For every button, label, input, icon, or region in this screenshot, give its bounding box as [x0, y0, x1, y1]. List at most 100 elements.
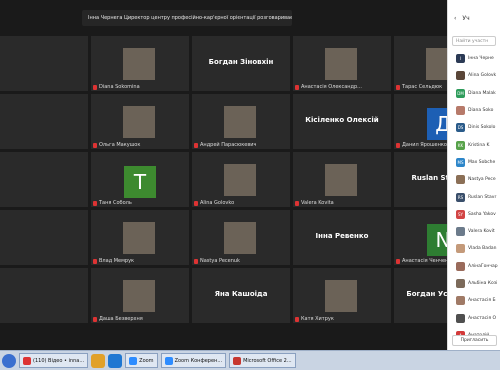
speaking-banner: Інна Чернега Циректор центру професійно-…: [82, 10, 292, 26]
participant-name: Ольга Макушок: [99, 142, 141, 148]
app-icon: [129, 356, 138, 365]
participant-video: [123, 106, 155, 138]
start-button[interactable]: [2, 353, 16, 368]
video-tile[interactable]: Катя Хитрук: [293, 268, 391, 323]
participant-list-item[interactable]: Анастасія Б: [448, 292, 500, 309]
video-tile[interactable]: Влад Мемрук: [91, 210, 189, 265]
avatar: [456, 313, 465, 323]
participant-list-name: Max Sobche: [468, 159, 496, 165]
taskbar-item[interactable]: (110) Відео • inna...: [19, 353, 89, 368]
taskbar-app-icon[interactable]: [91, 353, 106, 368]
video-tile[interactable]: [0, 268, 88, 323]
avatar: [456, 227, 465, 237]
video-tile[interactable]: Nastya Pecenuk: [192, 210, 290, 265]
video-tile[interactable]: Богдан Зіновхін: [192, 36, 290, 91]
participant-video: [224, 106, 256, 138]
video-tile[interactable]: N Анастасія Ченченко: [394, 210, 447, 265]
windows-taskbar: (110) Відео • inna... Zoom Zoom Конферен..…: [0, 350, 500, 370]
taskbar-item[interactable]: Zoom: [125, 353, 158, 368]
taskbar-item[interactable]: Zoom Конферен...: [160, 353, 227, 368]
video-tile[interactable]: Ruslan Stavratii: [394, 152, 447, 207]
avatar: I: [456, 54, 465, 64]
mic-muted-icon: [295, 200, 299, 206]
video-tile[interactable]: [0, 94, 88, 149]
video-tile[interactable]: T Таня Соболь: [91, 152, 189, 207]
participant-search-input[interactable]: Найти участн: [452, 36, 496, 46]
participant-list-item[interactable]: Альбіна Козі: [448, 275, 500, 292]
zoom-gallery-view: Інна Чернега Циректор центру професійно-…: [0, 0, 447, 350]
participant-name-tag: Влад Мемрук: [93, 258, 134, 264]
participant-video: [123, 48, 155, 80]
video-tile[interactable]: Інна Ревенко: [293, 210, 391, 265]
participant-name-tag: Valera Kovita: [295, 200, 334, 206]
mic-muted-icon: [194, 200, 198, 206]
participant-video: [325, 48, 357, 80]
participant-big-name: Кісіленко Олексій: [305, 116, 379, 124]
participant-video: [224, 222, 256, 254]
participant-list-item[interactable]: Alina Golovk: [448, 67, 500, 84]
participant-list-item[interactable]: KK Kristina K: [448, 136, 500, 153]
participant-list-name: Анастасія Б: [468, 298, 496, 304]
participant-name-tag: Андрей Парасюкевич: [194, 142, 257, 148]
avatar: RS: [456, 192, 465, 202]
video-tile[interactable]: Valera Kovita: [293, 152, 391, 207]
participant-list-item[interactable]: Nastya Pece: [448, 171, 500, 188]
participant-list-item[interactable]: Анастасія О: [448, 309, 500, 326]
video-tile[interactable]: [0, 210, 88, 265]
participant-list-item[interactable]: АлінаГончар: [448, 258, 500, 275]
video-tile[interactable]: Анастасія Олександр...: [293, 36, 391, 91]
participant-list-item[interactable]: I Інна Черне: [448, 50, 500, 67]
participant-list-item[interactable]: Vlada Badan: [448, 240, 500, 257]
participant-list-name: Nastya Pece: [468, 177, 496, 183]
video-tile[interactable]: Богдан Устимен...: [394, 268, 447, 323]
participant-name-tag: Таня Соболь: [93, 200, 132, 206]
video-tile[interactable]: [0, 36, 88, 91]
video-tile[interactable]: Diana Sokomina: [91, 36, 189, 91]
invite-button[interactable]: Пригласить: [452, 335, 497, 346]
participant-name: Катя Хитрук: [301, 316, 334, 322]
taskbar-item-label: Zoom Конферен...: [174, 357, 223, 364]
participant-name: Таня Соболь: [99, 200, 132, 206]
participant-video: [123, 280, 155, 312]
participant-big-name: Яна Кашоіда: [214, 290, 268, 298]
participant-list-item[interactable]: DM Diana Malak: [448, 85, 500, 102]
participant-name-tag: Тарас Сельдюк: [396, 84, 442, 90]
video-tile[interactable]: Даша Безверхня: [91, 268, 189, 323]
taskbar-item[interactable]: Microsoft Office 2...: [229, 353, 296, 368]
video-tile[interactable]: [0, 152, 88, 207]
mic-muted-icon: [93, 200, 97, 206]
participant-list-name: АлінаГончар: [468, 263, 498, 269]
participant-name: Diana Sokomina: [99, 84, 140, 90]
video-tile[interactable]: Кісіленко Олексій: [293, 94, 391, 149]
video-tile[interactable]: Андрей Парасюкевич: [192, 94, 290, 149]
video-tile[interactable]: Ольга Макушок: [91, 94, 189, 149]
mic-muted-icon: [93, 258, 97, 264]
mic-muted-icon: [93, 142, 97, 148]
participant-list-item[interactable]: Diana Soko: [448, 102, 500, 119]
participant-name: Анастасія Олександр...: [301, 84, 362, 90]
mic-muted-icon: [93, 316, 97, 322]
participant-name: Valera Kovita: [301, 200, 334, 206]
participant-big-name: Ruslan Stavratii: [411, 174, 447, 182]
participant-name: Данил Ярошенко: [402, 142, 447, 148]
participant-list-item[interactable]: MS Max Sobche: [448, 154, 500, 171]
participant-big-name: Інна Ревенко: [315, 232, 369, 240]
participant-list-name: Diana Soko: [468, 108, 494, 114]
participant-list-item[interactable]: DS Dinis Sokolo: [448, 119, 500, 136]
avatar: [456, 244, 465, 254]
mic-muted-icon: [396, 258, 400, 264]
taskbar-app-icon[interactable]: [108, 353, 123, 368]
participant-list-name: Vlada Badan: [468, 246, 497, 252]
video-tile[interactable]: Тарас Сельдюк: [394, 36, 447, 91]
video-tile[interactable]: Д Данил Ярошенко: [394, 94, 447, 149]
participants-panel: ‹ Уч Найти участн I Інна Черне Alina Golov…: [447, 0, 500, 350]
mic-muted-icon: [194, 142, 198, 148]
participant-list-item[interactable]: RS Ruslan Stavr: [448, 188, 500, 205]
collapse-icon[interactable]: ‹: [454, 15, 456, 22]
participant-list-item[interactable]: SY Sasha Yakov: [448, 206, 500, 223]
mic-muted-icon: [93, 84, 97, 90]
video-tile[interactable]: Alina Golovko: [192, 152, 290, 207]
participant-list-item[interactable]: Valera Kovit: [448, 223, 500, 240]
participant-video: [123, 222, 155, 254]
video-tile[interactable]: Яна Кашоіда: [192, 268, 290, 323]
